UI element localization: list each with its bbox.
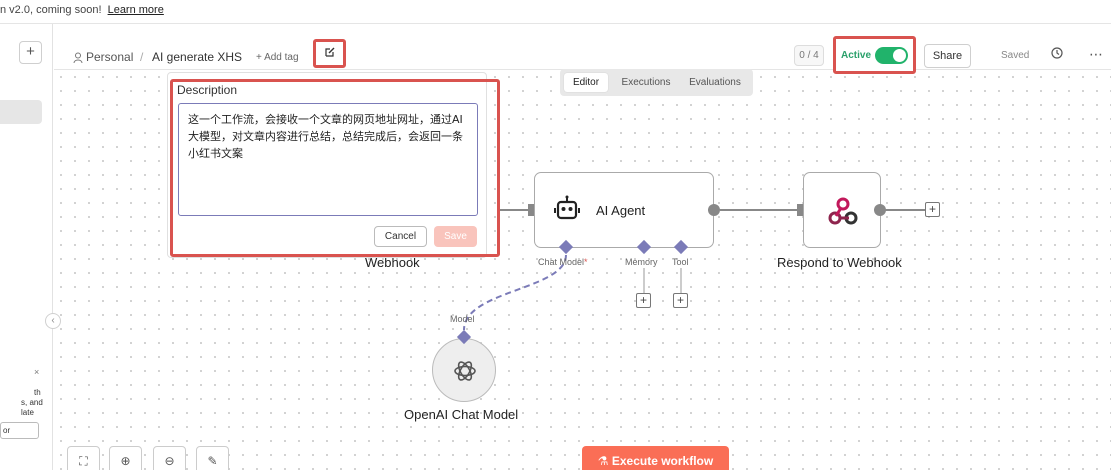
respond-node-label: Respond to Webhook [777,255,902,270]
memory-label: Memory [625,257,658,267]
add-tool-button[interactable]: + [673,293,688,308]
tab-evaluations[interactable]: Evaluations [682,73,748,92]
openai-chat-model-node[interactable] [432,338,496,402]
add-memory-button[interactable]: + [636,293,651,308]
view-tabs: Editor Executions Evaluations [560,69,753,96]
zoom-in-button[interactable]: ⊕ [109,446,142,470]
zoom-out-button[interactable]: ⊖ [153,446,186,470]
ai-agent-node[interactable]: AI Agent [534,172,714,248]
execute-workflow-label: Execute workflow [611,454,714,468]
chat-model-text: Chat Model [538,257,585,267]
add-next-node-button[interactable]: + [925,202,940,217]
tool-label: Tool [672,257,689,267]
brush-icon: ✎ [207,454,218,468]
webhook-icon [828,196,858,231]
required-marker: * [584,257,588,267]
chevron-left-icon: ‹ [51,315,55,326]
fit-view-button[interactable]: ⛶ [67,446,100,470]
model-connector-label: Model [450,314,475,324]
execute-workflow-button[interactable]: ⚗ Execute workflow [582,446,729,470]
ai-agent-output-handle[interactable] [708,204,720,216]
openai-icon [451,357,479,390]
tidy-up-button[interactable]: ✎ [196,446,229,470]
save-button[interactable]: Save [434,226,477,247]
description-textarea[interactable]: 这一个工作流，会接收一个文章的网页地址网址，通过AI大模型，对文章内容进行总结，… [178,103,478,216]
tab-executions[interactable]: Executions [612,73,680,92]
zoom-in-icon: ⊕ [120,454,131,468]
collapse-sidebar-button[interactable]: ‹ [45,313,61,329]
cancel-button[interactable]: Cancel [374,226,427,247]
description-popup: Description 这一个工作流，会接收一个文章的网页地址网址，通过AI大模… [167,72,487,258]
flask-icon: ⚗ [597,454,609,468]
ai-agent-title: AI Agent [596,203,646,218]
robot-icon [553,195,581,228]
fullscreen-icon: ⛶ [79,454,88,468]
description-title: Description [177,83,238,97]
respond-output-handle[interactable] [874,204,886,216]
tab-editor[interactable]: Editor [564,73,608,92]
zoom-out-icon: ⊖ [164,454,175,468]
chat-model-label: Chat Model* [538,257,588,267]
openai-node-label: OpenAI Chat Model [404,407,519,422]
respond-to-webhook-node[interactable] [803,172,881,248]
